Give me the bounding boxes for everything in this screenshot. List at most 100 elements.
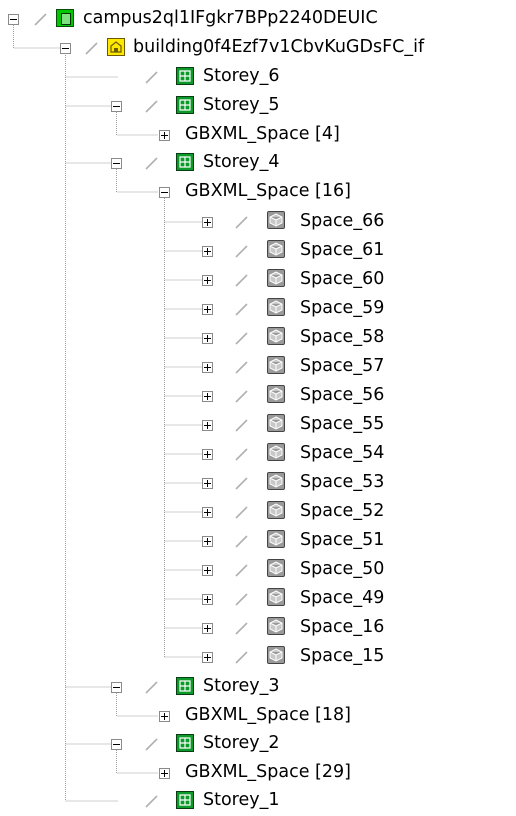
tree-node-label: Space_52 (300, 501, 385, 521)
tree-node-space[interactable]: Space_60 (0, 266, 516, 295)
tree-node-space[interactable]: Space_54 (0, 440, 516, 469)
expand-toggle[interactable] (202, 391, 213, 402)
tree-node-space[interactable]: Space_52 (0, 498, 516, 527)
space-icon (267, 588, 285, 606)
expand-toggle[interactable] (202, 536, 213, 547)
pencil-icon (235, 622, 248, 635)
pencil-icon (235, 361, 248, 374)
pencil-icon (235, 390, 248, 403)
storey-icon (176, 734, 194, 752)
tree-node-space[interactable]: Space_61 (0, 237, 516, 266)
tree-node-storey[interactable]: Storey_5 (0, 92, 516, 121)
storey-icon (176, 677, 194, 695)
expand-toggle[interactable] (202, 652, 213, 663)
expand-toggle[interactable] (202, 420, 213, 431)
expand-toggle[interactable] (202, 565, 213, 576)
tree-node-space[interactable]: Space_66 (0, 208, 516, 237)
tree-node-label: GBXML_Space [4] (185, 124, 340, 144)
pencil-icon (235, 448, 248, 461)
tree-node-space[interactable]: Space_49 (0, 585, 516, 614)
pencil-icon (235, 506, 248, 519)
tree-node-storey[interactable]: Storey_6 (0, 63, 516, 92)
storey-icon (176, 791, 194, 809)
pencil-icon (235, 419, 248, 432)
tree-node-space[interactable]: Space_51 (0, 527, 516, 556)
tree-node-label: campus2ql1IFgkr7BPp2240DEUIC (83, 8, 378, 28)
pencil-icon (235, 303, 248, 316)
tree-node-label: Storey_5 (203, 95, 280, 115)
tree-node-storey[interactable]: Storey_4 (0, 149, 516, 178)
tree-node-label: GBXML_Space [16] (185, 181, 351, 201)
tree-node-label: building0f4Ezf7v1CbvKuGDsFC_if (133, 37, 425, 57)
tree-node-space[interactable]: Space_57 (0, 353, 516, 382)
storey-icon (176, 67, 194, 85)
expand-toggle[interactable] (202, 623, 213, 634)
expand-toggle[interactable] (202, 507, 213, 518)
pencil-icon (235, 332, 248, 345)
tree-node-space[interactable]: Space_56 (0, 382, 516, 411)
collapse-toggle[interactable] (111, 682, 122, 693)
tree-node-space[interactable]: Space_16 (0, 614, 516, 643)
tree-node-space-group[interactable]: GBXML_Space [4] (0, 121, 516, 150)
expand-toggle[interactable] (202, 217, 213, 228)
collapse-toggle[interactable] (60, 43, 71, 54)
tree-node-space-group[interactable]: GBXML_Space [29] (0, 759, 516, 788)
pencil-icon (235, 477, 248, 490)
pencil-icon (145, 71, 158, 84)
pencil-icon (145, 681, 158, 694)
space-icon (267, 501, 285, 519)
expand-toggle[interactable] (202, 449, 213, 460)
pencil-icon (235, 593, 248, 606)
space-icon (267, 240, 285, 258)
pencil-icon (235, 651, 248, 664)
pencil-icon (235, 274, 248, 287)
collapse-toggle[interactable] (111, 158, 122, 169)
space-icon (267, 617, 285, 635)
tree-node-space[interactable]: Space_15 (0, 643, 516, 672)
building-icon (107, 38, 125, 56)
space-icon (267, 646, 285, 664)
tree-node-building[interactable]: building0f4Ezf7v1CbvKuGDsFC_if (0, 34, 516, 63)
expand-toggle[interactable] (159, 711, 170, 722)
tree-node-label: Storey_2 (203, 733, 280, 753)
space-icon (267, 298, 285, 316)
tree-node-label: Space_60 (300, 269, 385, 289)
expand-toggle[interactable] (202, 304, 213, 315)
tree-node-space[interactable]: Space_59 (0, 295, 516, 324)
tree-node-label: Space_49 (300, 588, 385, 608)
collapse-toggle[interactable] (111, 101, 122, 112)
tree-node-label: Space_51 (300, 530, 385, 550)
tree-node-label: Space_54 (300, 443, 385, 463)
tree-node-space[interactable]: Space_53 (0, 469, 516, 498)
expand-toggle[interactable] (202, 594, 213, 605)
tree-node-label: GBXML_Space [18] (185, 705, 351, 725)
tree-node-storey[interactable]: Storey_1 (0, 787, 516, 816)
expand-toggle[interactable] (202, 362, 213, 373)
collapse-toggle[interactable] (159, 187, 170, 198)
space-icon (267, 530, 285, 548)
tree-node-space-group[interactable]: GBXML_Space [18] (0, 702, 516, 731)
tree-node-campus[interactable]: campus2ql1IFgkr7BPp2240DEUIC (0, 5, 516, 34)
pencil-icon (85, 42, 98, 55)
pencil-icon (145, 100, 158, 113)
tree-node-label: Space_58 (300, 327, 385, 347)
tree-node-space[interactable]: Space_55 (0, 411, 516, 440)
pencil-icon (34, 13, 47, 26)
tree-node-space[interactable]: Space_50 (0, 556, 516, 585)
tree-node-space[interactable]: Space_58 (0, 324, 516, 353)
expand-toggle[interactable] (202, 246, 213, 257)
tree-node-label: Space_57 (300, 356, 385, 376)
pencil-icon (235, 564, 248, 577)
collapse-toggle[interactable] (111, 739, 122, 750)
expand-toggle[interactable] (202, 275, 213, 286)
tree-node-space-group[interactable]: GBXML_Space [16] (0, 178, 516, 207)
expand-toggle[interactable] (159, 130, 170, 141)
expand-toggle[interactable] (202, 478, 213, 489)
tree-node-storey[interactable]: Storey_2 (0, 730, 516, 759)
expand-toggle[interactable] (159, 768, 170, 779)
collapse-toggle[interactable] (8, 14, 19, 25)
tree-node-storey[interactable]: Storey_3 (0, 673, 516, 702)
tree-node-label: Space_53 (300, 472, 385, 492)
pencil-icon (145, 738, 158, 751)
expand-toggle[interactable] (202, 333, 213, 344)
